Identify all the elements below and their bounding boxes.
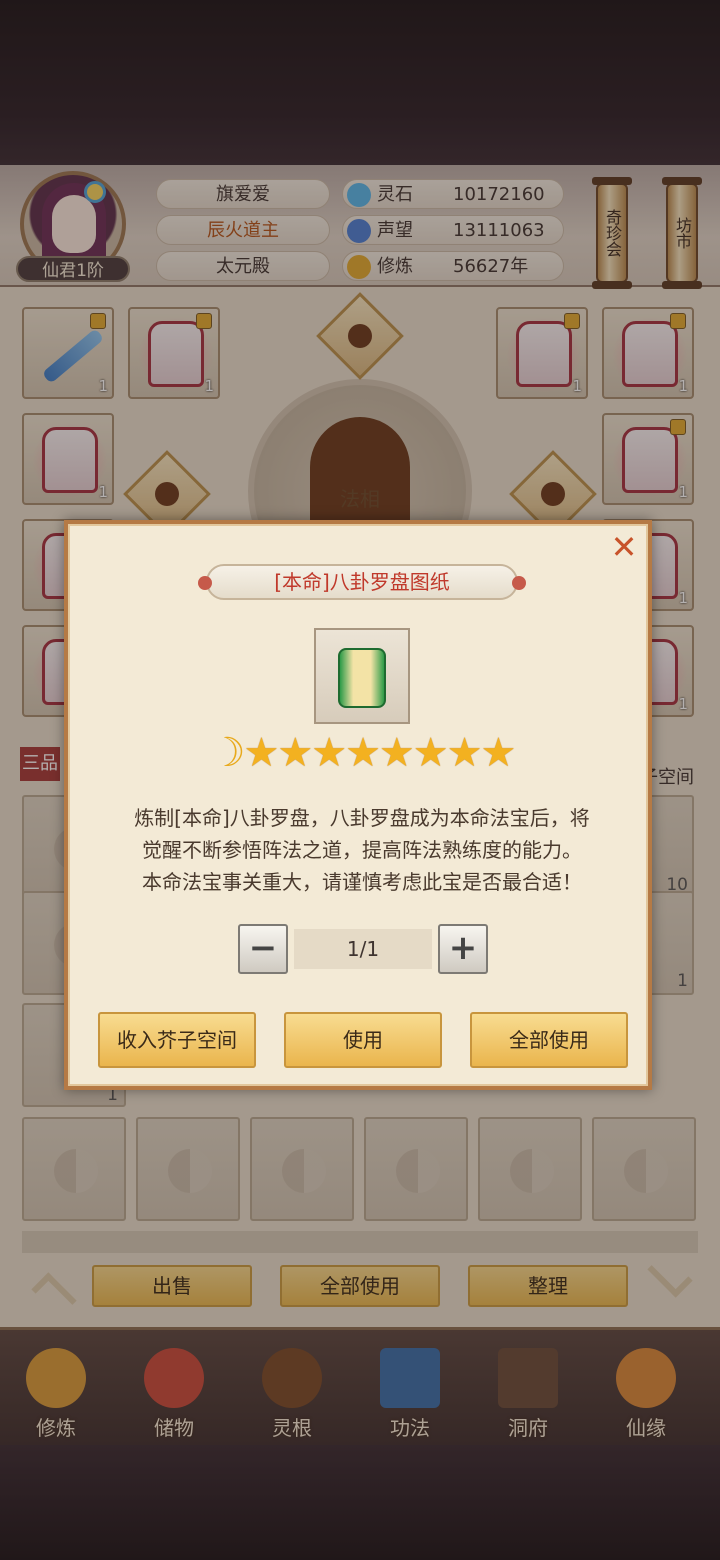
store-to-space-button[interactable]: 收入芥子空间 (98, 1012, 256, 1068)
item-description: 炼制[本命]八卦罗盘，八卦罗盘成为本命法宝后，将 觉醒不断参悟阵法之道，提高阵法… (98, 802, 626, 898)
close-icon[interactable]: ✕ (606, 530, 642, 566)
star-icon: ★ (311, 730, 347, 776)
item-dialog: ✕ [本命]八卦罗盘图纸 ☽★★★★★★★★ 炼制[本命]八卦罗盘，八卦罗盘成为… (64, 520, 652, 1090)
star-icon: ★ (378, 730, 415, 776)
star-icon: ★ (277, 730, 313, 776)
star-icon: ★ (412, 730, 449, 776)
description-line: 本命法宝事关重大，请谨慎考虑此宝是否最合适！ (142, 870, 582, 894)
dialog-use-all-button[interactable]: 全部使用 (470, 1012, 628, 1068)
use-button[interactable]: 使用 (284, 1012, 442, 1068)
quantity-plus-button[interactable]: + (438, 924, 488, 974)
quantity-minus-button[interactable]: − (238, 924, 288, 974)
item-preview (314, 628, 410, 724)
moon-icon: ☽ (209, 730, 246, 776)
game-screen: 仙君1阶 旗爱爱 辰火道主 太元殿 灵石 10172160 声望 1311106… (0, 0, 720, 1560)
star-icon: ★ (446, 730, 483, 776)
quantity-value: 1/1 (294, 929, 432, 969)
star-icon: ★ (243, 730, 279, 776)
dialog-title: [本命]八卦罗盘图纸 (198, 564, 526, 600)
star-rating: ☽★★★★★★★★ (178, 730, 546, 776)
description-line: 觉醒不断参悟阵法之道，提高阵法熟练度的能力。 (142, 838, 582, 862)
star-icon: ★ (480, 730, 517, 776)
description-line: 炼制[本命]八卦罗盘，八卦罗盘成为本命法宝后，将 (134, 806, 590, 830)
star-icon: ★ (345, 730, 381, 776)
scroll-blueprint-icon (338, 648, 386, 708)
